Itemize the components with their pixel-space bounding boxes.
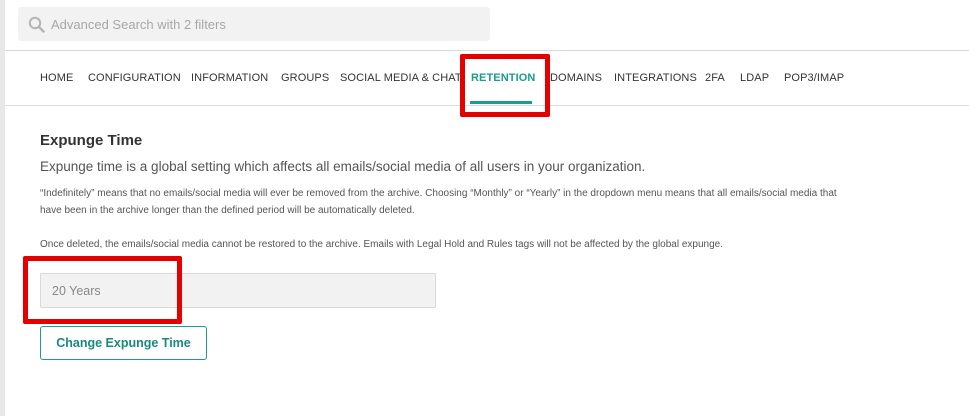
change-expunge-time-button[interactable]: Change Expunge Time (40, 326, 207, 360)
description-paragraph: “Indefinitely” means that no emails/soci… (40, 188, 837, 216)
highlight-box-retention (460, 54, 550, 117)
warning-paragraph: Once deleted, the emails/social media ca… (40, 239, 723, 250)
tab-domains[interactable]: DOMAINS (550, 72, 602, 84)
search-bar[interactable]: Advanced Search with 2 filters (18, 7, 490, 41)
tab-ldap[interactable]: LDAP (740, 72, 769, 84)
tab-home[interactable]: HOME (40, 72, 73, 84)
lead-text: Expunge time is a global setting which a… (40, 159, 646, 174)
tab-2fa[interactable]: 2FA (705, 72, 725, 84)
section-title: Expunge Time (40, 132, 143, 149)
tab-integrations[interactable]: INTEGRATIONS (614, 72, 697, 84)
tab-pop3-imap[interactable]: POP3/IMAP (784, 72, 844, 84)
tab-information[interactable]: INFORMATION (191, 72, 268, 84)
search-icon (27, 15, 45, 33)
tab-social-media-chat[interactable]: SOCIAL MEDIA & CHAT (340, 72, 462, 84)
search-input[interactable]: Advanced Search with 2 filters (51, 17, 226, 32)
tab-groups[interactable]: GROUPS (281, 72, 329, 84)
tab-configuration[interactable]: CONFIGURATION (88, 72, 181, 84)
highlight-box-expunge-value (23, 256, 182, 324)
